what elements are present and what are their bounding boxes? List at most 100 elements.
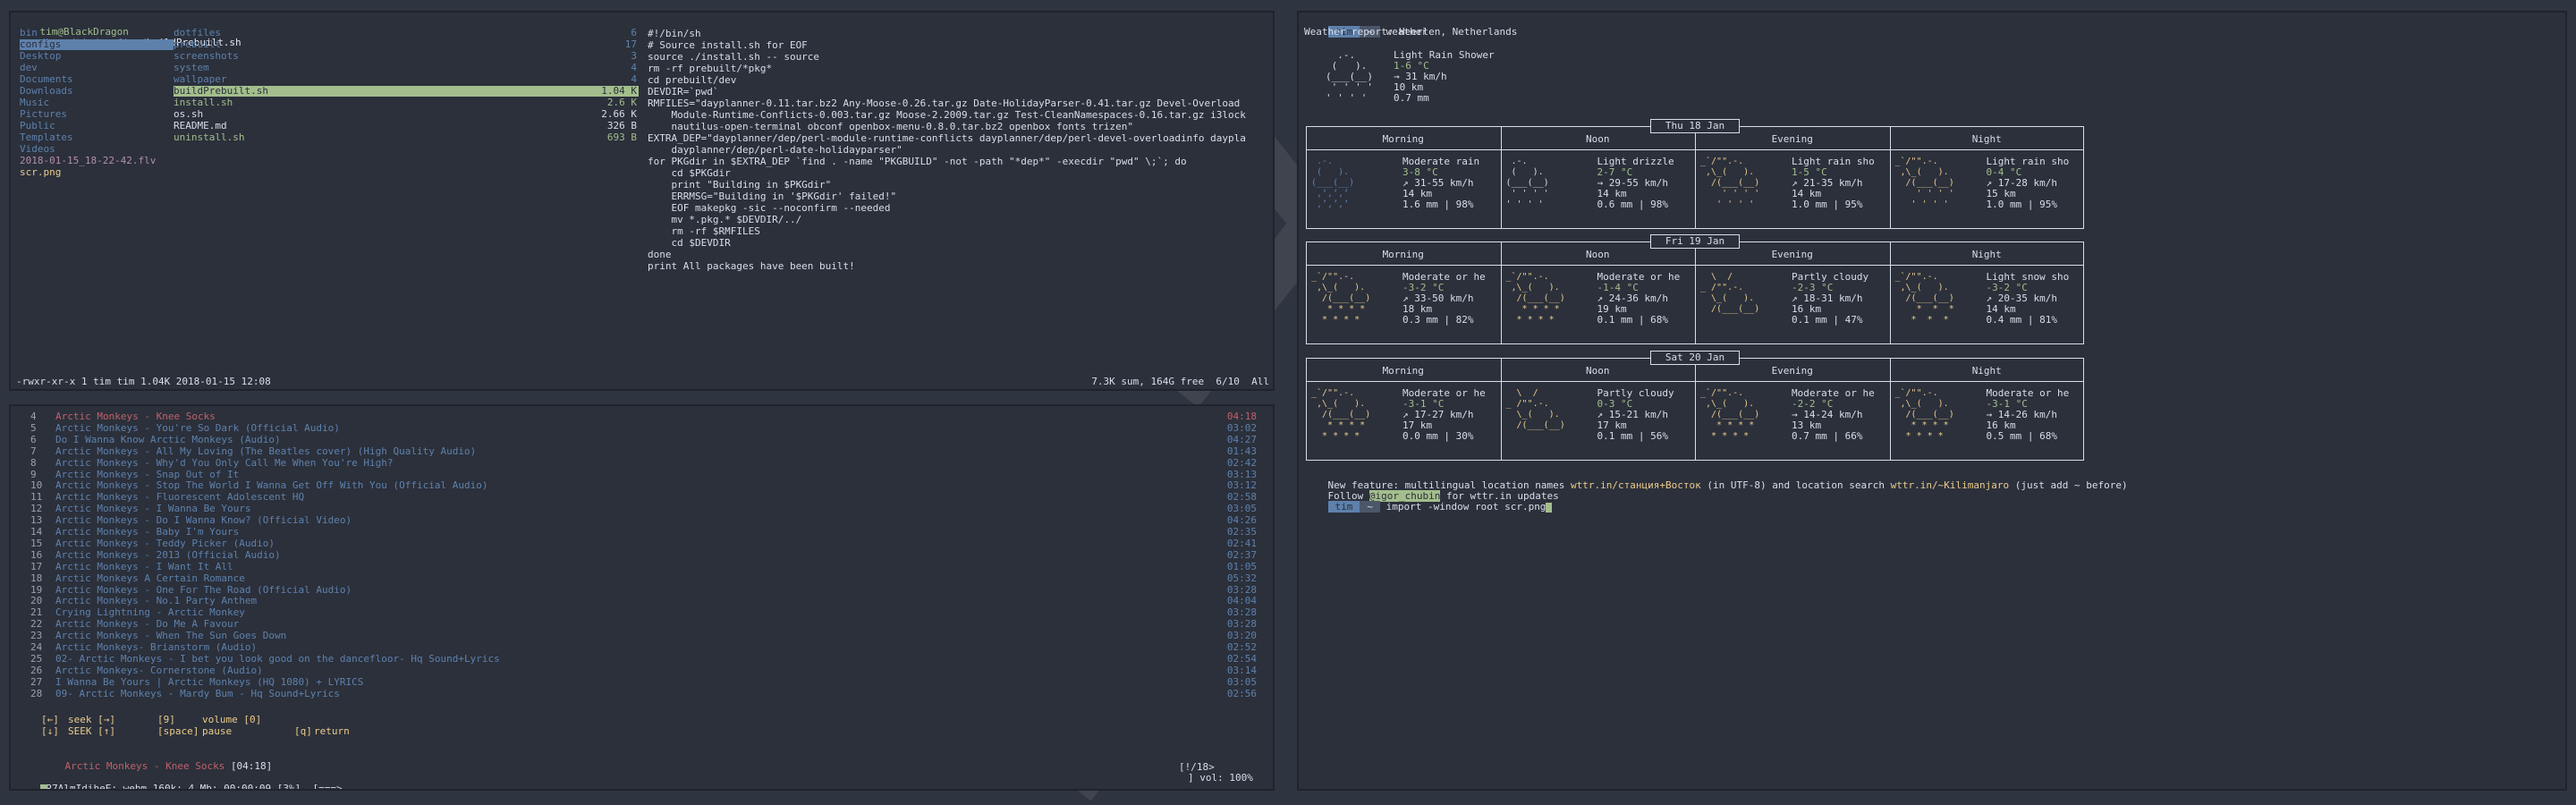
playlist-item[interactable]: 9 Arctic Monkeys - Snap Out of It 03:13 <box>20 469 1267 480</box>
playlist-item[interactable]: 28 09- Arctic Monkeys - Mardy Bum - Hq So… <box>20 688 1267 699</box>
file-name: install.sh <box>174 97 233 108</box>
weather-icon: _`/"".-. ,\_( ). /(___(__) ' ' ' ' ' ' '… <box>1700 157 1760 209</box>
playlist-item[interactable]: 19 Arctic Monkeys - One For The Road (Off… <box>20 584 1267 596</box>
track-title: 02- Arctic Monkeys - I bet you look good… <box>55 652 500 665</box>
parent-dir-item[interactable]: scr.png <box>20 167 174 178</box>
track-title: Arctic Monkeys - Teddy Picker (Audio) <box>55 537 275 549</box>
file-item[interactable]: uninstall.sh 693 B <box>174 132 639 143</box>
playlist-item[interactable]: 15 Arctic Monkeys - Teddy Picker (Audio) 0… <box>20 538 1267 549</box>
playlist-item[interactable]: 6 Do I Wanna Know Arctic Monkeys (Audio) 0… <box>20 433 1267 445</box>
file-item[interactable]: README.md 326 B <box>174 121 639 131</box>
track-duration: 04:04 <box>1226 595 1257 607</box>
playlist-item[interactable]: 18 Arctic Monkeys A Certain Romance 05:32 <box>20 572 1267 584</box>
preview-line: cd $PKGdir <box>648 167 731 179</box>
playlist-item[interactable]: 11 Arctic Monkeys - Fluorescent Adolescen… <box>20 492 1267 503</box>
ranger-status-right: 7.3K sum, 164G free 6/10 All <box>1091 376 1269 387</box>
music-player-terminal[interactable]: 4 Arctic Monkeys - Knee Socks 04:18 5 Arctic… <box>9 404 1275 791</box>
playlist-item[interactable]: 14 Arctic Monkeys - Baby I'm Yours 02:35 <box>20 527 1267 538</box>
file-item[interactable]: buildPrebuilt.sh 1.04 K <box>174 86 639 97</box>
track-title: Arctic Monkeys- Brianstorm (Audio) <box>55 641 258 653</box>
preview-line: RMFILES="dayplanner-0.11.tar.bz2 Any-Moo… <box>648 97 1241 109</box>
parent-dir-item[interactable]: Downloads <box>20 86 174 97</box>
file-item[interactable]: screenshots 3 <box>174 51 639 62</box>
parent-dir-item[interactable]: Desktop <box>20 51 174 62</box>
parent-dir-item[interactable]: Public <box>20 121 174 131</box>
file-item[interactable]: os.sh 2.66 K <box>174 109 639 120</box>
playlist-item[interactable]: 5 Arctic Monkeys - You're So Dark (Offici… <box>20 422 1267 434</box>
playlist-item[interactable]: 16 Arctic Monkeys - 2013 (Official Audio)… <box>20 549 1267 561</box>
parent-dir-item[interactable]: configs <box>20 39 174 50</box>
preview-line: source ./install.sh -- source <box>648 51 820 63</box>
control-key: [←] <box>41 714 59 725</box>
preview-line: EXTRA_DEP="dayplanner/dep/perl-module-ru… <box>648 132 1246 144</box>
playlist-item[interactable]: 27 I Wanna Be Yours | Arctic Monkeys (HQ … <box>20 676 1267 688</box>
column-head: Evening <box>1771 133 1813 145</box>
parent-dir-item[interactable]: bin <box>20 28 174 38</box>
ranger-terminal[interactable]: tim@BlackDragon /home/tim/configs/buildP… <box>9 11 1275 391</box>
forecast-precip: 1.0 mm | 95% <box>1792 199 1863 210</box>
playlist-item[interactable]: 23 Arctic Monkeys - When The Sun Goes Dow… <box>20 631 1267 641</box>
preview-line: cd $DEVDIR <box>648 237 731 249</box>
parent-dir-item[interactable]: 2018-01-15_18-22-42.flv <box>20 156 174 166</box>
forecast-precip: 0.4 mm | 81% <box>1986 314 2057 326</box>
weather-icon: _`/"".-. ,\_( ). /(___(__) * * * * * * *… <box>1894 388 1954 441</box>
playlist-item[interactable]: 13 Arctic Monkeys - Do I Wanna Know? (Off… <box>20 515 1267 526</box>
playlist-item[interactable]: 20 Arctic Monkeys - No.1 Party Anthem 04:0… <box>20 596 1267 606</box>
file-size: 4 <box>631 62 637 73</box>
prompt-line-2[interactable]: tim ~ import -window root scr.png <box>1304 491 1553 513</box>
playlist-item[interactable]: 7 Arctic Monkeys - All My Loving (The Bea… <box>20 445 1267 457</box>
track-duration: 03:14 <box>1226 664 1257 676</box>
playlist-item[interactable]: 26 Arctic Monkeys- Cornerstone (Audio) 03:… <box>20 665 1267 676</box>
file-item[interactable]: install.sh 2.6 K <box>174 97 639 108</box>
feature-link-1[interactable]: wttr.in/станция+Восток <box>1571 479 1701 491</box>
track-number: 6 <box>30 433 37 445</box>
forecast-precip: 1.6 mm | 98% <box>1402 199 1474 210</box>
parent-dir-item[interactable]: Music <box>20 97 174 108</box>
follow-line: Follow @igor_chubin for wttr.in updates <box>1304 480 1559 502</box>
prompt-home: ~ <box>1360 501 1380 513</box>
day-label: Fri 19 Jan <box>1650 234 1740 249</box>
track-title: Arctic Monkeys - When The Sun Goes Down <box>55 630 287 642</box>
playlist-item[interactable]: 17 Arctic Monkeys - I Want It All 01:05 <box>20 560 1267 572</box>
file-item[interactable]: dotfiles 6 <box>174 28 639 38</box>
file-name: wallpaper <box>174 73 227 85</box>
parent-dir-item[interactable]: dev <box>20 63 174 73</box>
track-title: Arctic Monkeys - Do I Wanna Know? (Offic… <box>55 514 352 527</box>
playlist-item[interactable]: 25 02- Arctic Monkeys - I bet you look go… <box>20 652 1267 665</box>
file-name: screenshots <box>174 50 239 62</box>
parent-dir-item[interactable]: Documents <box>20 74 174 85</box>
now-playing-duration: [04:18] <box>230 760 273 772</box>
track-number: 8 <box>30 456 37 469</box>
track-duration: 03:28 <box>1226 606 1257 619</box>
preview-line: EOF makepkg -sic --noconfirm --needed <box>648 202 891 214</box>
track-title: Arctic Monkeys - I Want It All <box>55 560 233 572</box>
weather-icon: _`/"".-. ,\_( ). /(___(__) * * * * * * *… <box>1311 388 1371 441</box>
playlist-item[interactable]: 22 Arctic Monkeys - Do Me A Favour 03:28 <box>20 619 1267 630</box>
weather-icon: \ / _ /"".-. \_( ). /(___(__) <box>1700 272 1760 314</box>
playlist-item[interactable]: 12 Arctic Monkeys - I Wanna Be Yours 03:05 <box>20 504 1267 514</box>
parent-dir-item[interactable]: Templates <box>20 132 174 143</box>
weather-terminal[interactable]: tim ~ weather Weather report: Heerlen, Ne… <box>1297 11 2567 791</box>
parent-dir-item[interactable]: Pictures <box>20 109 174 120</box>
playlist-item[interactable]: 8 Arctic Monkeys - Why'd You Only Call Me… <box>20 456 1267 469</box>
feature-link-2[interactable]: wttr.in/~Kilimanjaro <box>1891 479 2009 491</box>
file-size: 2.6 K <box>606 97 637 108</box>
playlist-item[interactable]: 24 Arctic Monkeys- Brianstorm (Audio) 02:5… <box>20 642 1267 653</box>
track-title: Do I Wanna Know Arctic Monkeys (Audio) <box>55 433 281 445</box>
playlist-item[interactable]: 21 Crying Lightning - Arctic Monkey 03:28 <box>20 607 1267 618</box>
track-duration: 03:12 <box>1226 479 1257 492</box>
weather-icon: _`/"".-. ,\_( ). /(___(__) ' ' ' ' ' ' '… <box>1894 157 1954 209</box>
file-name: prebuilt <box>174 38 221 50</box>
file-name: README.md <box>174 120 227 131</box>
file-item[interactable]: wallpaper 4 <box>174 74 639 85</box>
file-item[interactable]: system 4 <box>174 63 639 73</box>
file-item[interactable]: prebuilt 17 <box>174 39 639 50</box>
parent-dir-item[interactable]: Videos <box>20 144 174 155</box>
track-number: 10 <box>30 479 43 492</box>
feature-post: (just add ~ before) <box>2009 479 2128 491</box>
track-number: 17 <box>30 560 43 572</box>
playlist-item[interactable]: 10 Arctic Monkeys - Stop The World I Wann… <box>20 480 1267 491</box>
playlist-item[interactable]: 4 Arctic Monkeys - Knee Socks 04:18 <box>20 411 1267 422</box>
preview-line: for PKGdir in $EXTRA_DEP `find . -name "… <box>648 156 1187 167</box>
preview-line: done <box>648 249 672 260</box>
